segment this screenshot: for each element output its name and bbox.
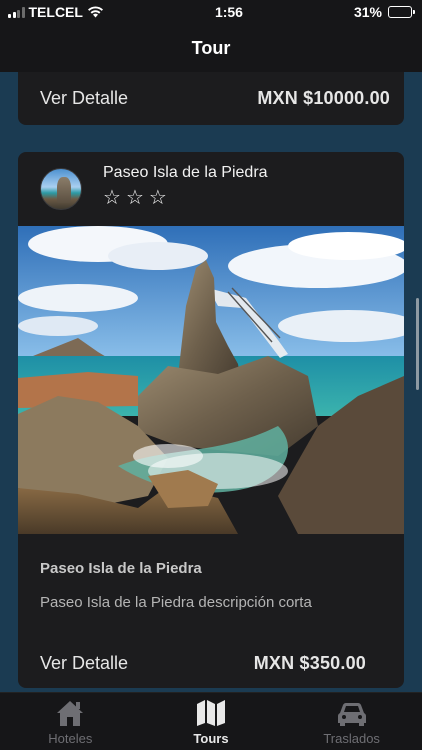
battery-icon <box>387 6 415 18</box>
status-bar: TELCEL 1:56 31% <box>0 0 422 24</box>
tour-short-description: Paseo Isla de la Piedra descripción cort… <box>40 594 312 611</box>
house-icon <box>57 701 84 726</box>
tour-card-footer: Ver Detalle MXN $350.00 <box>18 638 404 688</box>
tab-bar: Hoteles Tours Traslados <box>0 692 422 750</box>
tab-tours[interactable]: Tours <box>141 693 281 746</box>
tour-photo <box>18 226 404 534</box>
tour-name: Paseo Isla de la Piedra <box>103 164 268 181</box>
tour-header-text: Paseo Isla de la Piedra ☆ ☆ ☆ <box>103 164 268 208</box>
carrier-label: TELCEL <box>28 4 83 20</box>
signal-icon <box>8 6 25 18</box>
tour-card-body: Paseo Isla de la Piedra Paseo Isla de la… <box>18 534 404 688</box>
star-icon: ☆ <box>148 187 170 209</box>
tour-card-header: Paseo Isla de la Piedra ☆ ☆ ☆ <box>18 152 404 226</box>
tour-price: MXN $10000.00 <box>257 88 390 108</box>
top-bar: TELCEL 1:56 31% Tour <box>0 0 422 72</box>
wifi-icon <box>87 6 103 18</box>
tab-hoteles[interactable]: Hoteles <box>0 693 140 746</box>
tour-card[interactable]: Paseo Isla de la Piedra ☆ ☆ ☆ Paseo Isla… <box>18 152 404 688</box>
scrollbar[interactable] <box>416 298 419 390</box>
star-rating: ☆ ☆ ☆ <box>103 188 268 208</box>
star-icon: ☆ <box>125 187 147 209</box>
map-icon <box>196 700 225 726</box>
tab-label: Tours <box>193 731 229 746</box>
ver-detalle-link[interactable]: Ver Detalle <box>40 653 128 674</box>
battery-percent: 31% <box>353 4 382 20</box>
tab-label: Traslados <box>323 731 380 746</box>
page-title: Tour <box>191 37 231 58</box>
clock: 1:56 <box>214 4 243 20</box>
car-icon <box>337 703 366 726</box>
status-right: 31% <box>353 4 415 20</box>
ver-detalle-link[interactable]: Ver Detalle <box>40 88 128 109</box>
tour-body-title: Paseo Isla de la Piedra <box>40 560 202 577</box>
tour-avatar <box>40 168 82 210</box>
previous-tour-card-footer: Ver Detalle MXN $10000.00 <box>18 72 404 125</box>
status-left: TELCEL <box>8 4 104 20</box>
star-icon: ☆ <box>103 187 124 209</box>
tour-price: MXN $350.00 <box>253 652 366 673</box>
tour-list[interactable]: Ver Detalle MXN $10000.00 Paseo Isla de … <box>0 72 422 692</box>
tab-traslados[interactable]: Traslados <box>282 693 422 746</box>
tab-label: Hoteles <box>48 731 93 746</box>
